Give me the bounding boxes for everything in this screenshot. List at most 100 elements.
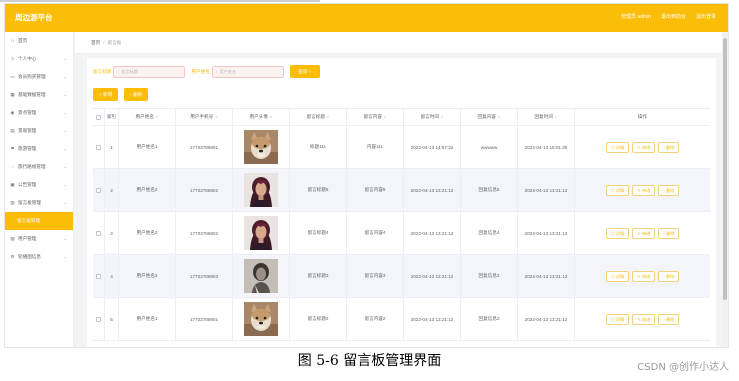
sidebar-item[interactable]: ◌ 旅行路线管理 ⌄ — [5, 158, 73, 176]
cell-index-text: 2 — [110, 187, 113, 193]
sidebar-item-label: 旅行路线管理 — [18, 164, 46, 169]
delete-button[interactable]: ▫ 删除 — [658, 184, 680, 196]
cell-time: 2022-04-13 13:21:12 — [404, 255, 461, 297]
chevron-down-icon: ⌄ — [63, 164, 67, 169]
cell-reply-time-text: 2022-04-13 13:21:12 — [524, 273, 568, 279]
table-row[interactable]: 5 用户姓名1 17703786901 留言标题2 留言内容2 2022-04-13 13… — [93, 298, 710, 341]
name-filter-input[interactable]: ○ 用户姓名 — [211, 65, 284, 78]
table-row[interactable]: 4 用户姓名3 17703786903 留言标题3 留言内容3 2022-04-13 13… — [93, 255, 710, 298]
row-select-cell[interactable] — [93, 255, 105, 297]
row-checkbox[interactable] — [96, 230, 101, 236]
sidebar-item[interactable]: ◉ 景点管理 ⌄ — [5, 104, 73, 122]
sidebar-item[interactable]: ▥ 留言板管理 ⌄ — [5, 194, 73, 212]
edit-button[interactable]: ✎ 修改 — [632, 141, 656, 153]
cell-reply: 回复信息5 — [461, 169, 518, 211]
table-row[interactable]: 2 用户姓名2 17703786902 留言标题5 留言内容5 2022-04-13 13… — [93, 169, 710, 212]
cell-phone: 17703786903 — [176, 255, 233, 297]
cell-time-text: 2022-04-13 13:21:12 — [410, 316, 454, 322]
sidebar-item[interactable]: 留言板管理 — [5, 212, 73, 230]
scrollbar-thumb[interactable] — [723, 38, 727, 300]
title-filter-label: 留言标题 — [93, 68, 112, 74]
sort-icon[interactable]: ⇕ — [383, 115, 386, 119]
row-select-cell[interactable] — [93, 169, 105, 211]
sort-icon[interactable]: ⇕ — [326, 115, 329, 119]
batch-delete-label: 删除 — [133, 92, 143, 97]
add-button[interactable]: + 新增 — [93, 88, 119, 101]
detail-button[interactable]: ▤ 详情 — [605, 227, 630, 239]
row-select-cell[interactable] — [93, 212, 105, 254]
action-bar: + 新增 ▫ 删除 — [93, 88, 149, 101]
sort-icon[interactable]: ⇕ — [155, 115, 158, 119]
detail-button[interactable]: ▤ 详情 — [605, 270, 630, 282]
sidebar-item[interactable]: ⚑ 旅游管理 ⌄ — [5, 140, 73, 158]
cell-content: 留言内容2 — [347, 298, 404, 340]
sidebar-item[interactable]: ⌂ 首页 — [5, 32, 73, 50]
batch-delete-button[interactable]: ▫ 删除 — [124, 88, 149, 101]
select-all-cell[interactable] — [93, 109, 105, 125]
delete-button[interactable]: ▫ 删除 — [658, 313, 680, 325]
sidebar-item[interactable]: ▤ 景观管理 ⌄ — [5, 122, 73, 140]
main-area: 首页 / 留言板 留言标题 ○ 留言标题 用户姓名 ○ 用户姓名 查询 ○ + 新增… — [75, 32, 722, 347]
sort-icon[interactable]: ⇕ — [215, 115, 218, 119]
detail-button[interactable]: ▤ 详情 — [605, 313, 630, 325]
search-button[interactable]: 查询 ○ — [289, 65, 320, 78]
sidebar-item[interactable]: ▭ 会员购买管理 ⌄ — [5, 68, 73, 86]
edit-button[interactable]: ✎ 修改 — [632, 313, 656, 325]
row-checkbox[interactable] — [96, 144, 101, 150]
bell-icon: ▣ — [10, 182, 15, 187]
delete-button-label: 删除 — [666, 230, 675, 236]
cell-index: 5 — [105, 298, 119, 340]
cell-reply-text: 回复信息3 — [478, 273, 500, 278]
search-icon: ○ — [308, 69, 312, 74]
row-select-cell[interactable] — [93, 298, 105, 340]
delete-button[interactable]: ▫ 删除 — [658, 270, 680, 282]
sidebar-item-label: 公告管理 — [18, 182, 37, 187]
person-icon: ☺ — [10, 56, 15, 61]
location-icon: ◉ — [10, 110, 15, 115]
column-header: 用户姓名 ⇕ — [119, 109, 176, 125]
detail-button[interactable]: ▤ 详情 — [605, 141, 630, 153]
cell-reply-text: 回复信息2 — [478, 316, 500, 321]
row-checkbox[interactable] — [96, 273, 101, 279]
chevron-down-icon: ⌄ — [63, 110, 67, 115]
delete-button[interactable]: ▫ 删除 — [658, 141, 680, 153]
edit-button[interactable]: ✎ 修改 — [632, 184, 656, 196]
title-filter-input[interactable]: ○ 留言标题 — [113, 65, 186, 78]
row-checkbox[interactable] — [96, 187, 101, 193]
delete-button[interactable]: ▫ 删除 — [658, 227, 680, 239]
logout-link[interactable]: 退出登录 — [696, 13, 716, 20]
sidebar-item[interactable]: ⚙ 轮播图信息 ⌄ — [5, 248, 73, 266]
sidebar-item[interactable]: ☺ 个人中心 ⌄ — [5, 50, 73, 68]
row-checkbox[interactable] — [96, 316, 101, 322]
cell-reply-time-text: 2022-04-13 13:21:12 — [524, 316, 568, 322]
sidebar-item[interactable]: ▦ 基础数据管理 ⌄ — [5, 86, 73, 104]
cell-phone: 17703786902 — [176, 169, 233, 211]
sort-icon[interactable]: ⇕ — [269, 115, 272, 119]
cell-time: 2022-04-13 13:21:12 — [404, 169, 461, 211]
cell-time-text: 2022-04-13 13:21:12 — [410, 187, 454, 193]
sort-icon[interactable]: ⇕ — [554, 115, 557, 119]
scrollbar[interactable] — [722, 32, 728, 347]
column-header: 留言内容 ⇕ — [347, 109, 404, 125]
sidebar-item[interactable]: ▧ 用户管理 ⌄ — [5, 230, 73, 248]
breadcrumb-current: 留言板 — [107, 40, 122, 45]
sidebar-item-label: 旅游管理 — [18, 146, 37, 151]
table-row[interactable]: 3 用户姓名2 17703786902 留言标题4 留言内容4 2022-04-13 13… — [93, 212, 710, 255]
users-icon: ▧ — [10, 236, 15, 241]
breadcrumb-home[interactable]: 首页 — [91, 40, 100, 45]
cell-content-text: 内容111 — [366, 144, 384, 149]
column-header: 用户头像 ⇕ — [233, 109, 290, 125]
sort-icon[interactable]: ⇕ — [497, 115, 500, 119]
edit-button[interactable]: ✎ 修改 — [632, 270, 656, 282]
select-all-checkbox[interactable] — [96, 114, 101, 120]
edit-button[interactable]: ✎ 修改 — [632, 227, 656, 239]
sort-icon[interactable]: ⇕ — [440, 115, 443, 119]
cell-reply-time: 2022-04-13 15:01:30 — [518, 126, 575, 168]
sidebar-item[interactable]: ▣ 公告管理 ⌄ — [5, 176, 73, 194]
back-to-frontend-link[interactable]: 退出到前台 — [661, 13, 686, 20]
sidebar-item-label: 景点管理 — [18, 110, 37, 115]
detail-button[interactable]: ▤ 详情 — [605, 184, 630, 196]
table-row[interactable]: 1 用户姓名1 17703786901 标题111 内容111 2022-04-13 14… — [93, 126, 710, 169]
search-button-label: 查询 — [298, 69, 308, 74]
row-select-cell[interactable] — [93, 126, 105, 168]
